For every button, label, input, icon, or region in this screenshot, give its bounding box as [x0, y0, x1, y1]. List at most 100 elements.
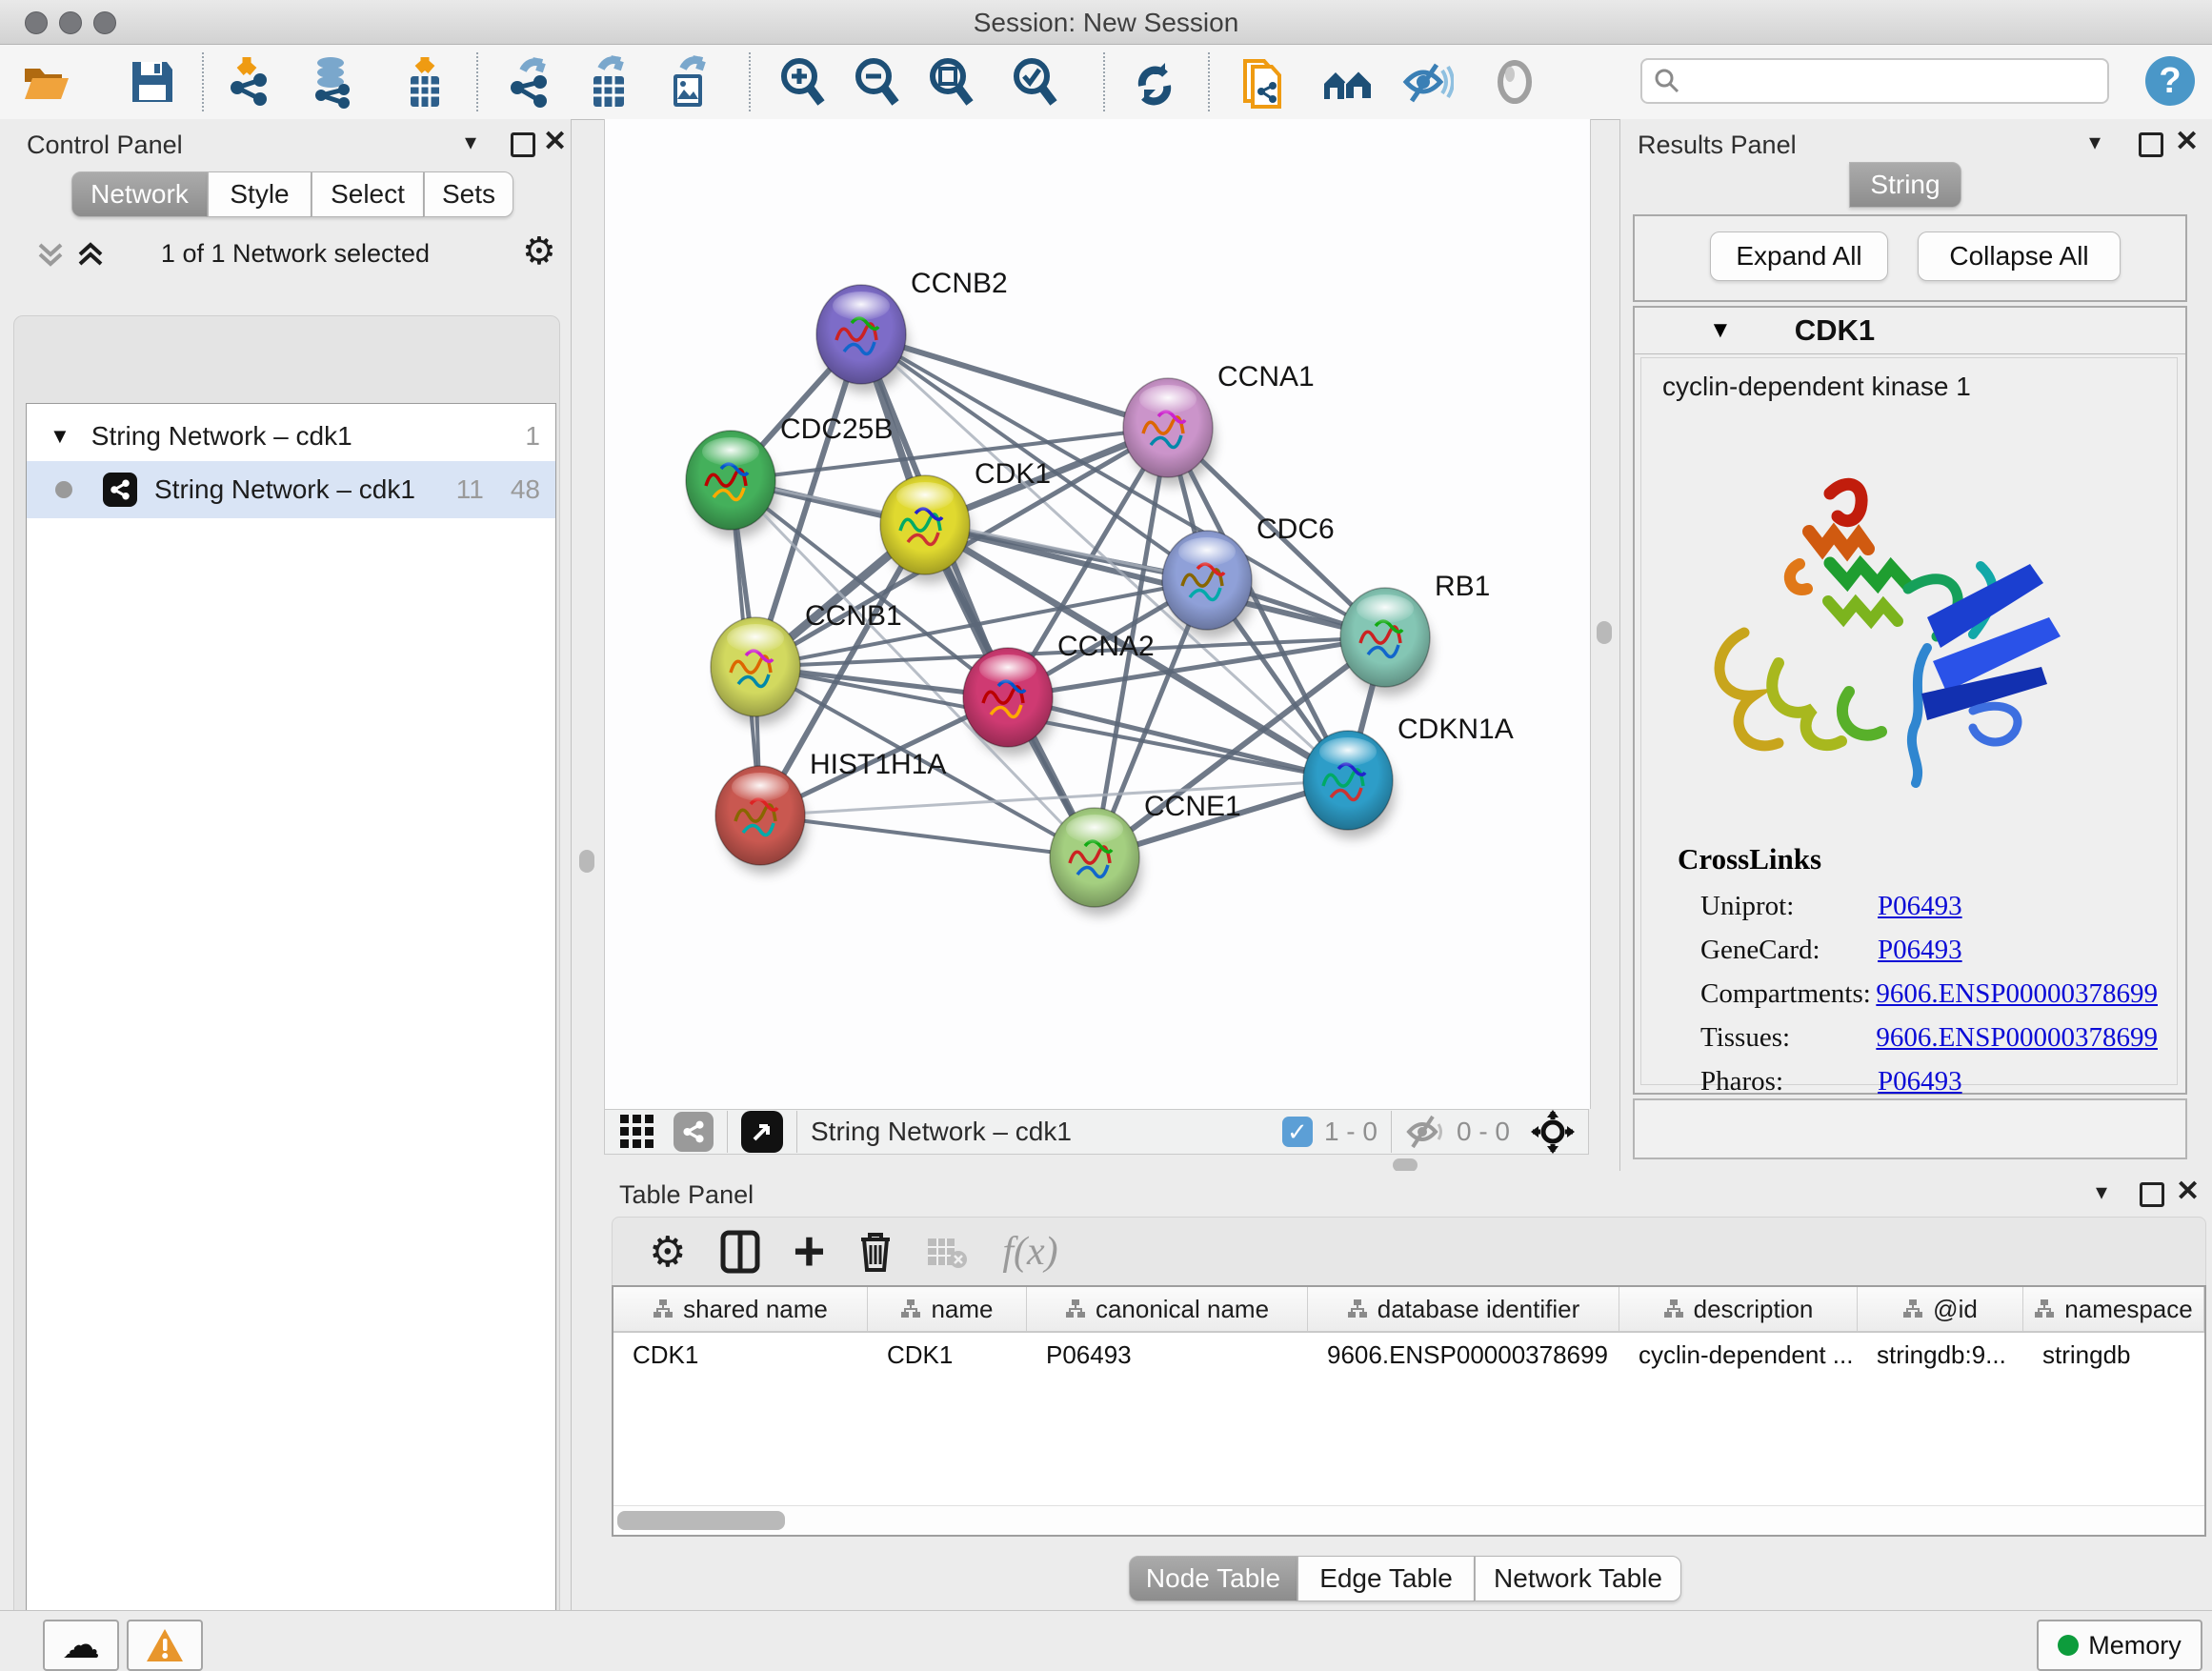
network-options-gear-icon[interactable]: ⚙ [522, 230, 556, 273]
network-node-RB1[interactable] [1340, 588, 1430, 687]
cell-canonicalname[interactable]: P06493 [1027, 1333, 1308, 1377]
cell-sharedname[interactable]: CDK1 [613, 1333, 868, 1377]
document-network-icon[interactable] [1237, 55, 1290, 109]
import-table-icon[interactable] [398, 55, 452, 109]
right-splitter-handle[interactable] [1597, 621, 1612, 644]
cell-namespace[interactable]: stringdb [2023, 1333, 2204, 1377]
export-table-icon[interactable] [583, 55, 636, 109]
results-panel-close-icon[interactable]: ✕ [2175, 125, 2199, 158]
table-settings-gear-icon[interactable]: ⚙ [649, 1228, 686, 1277]
collapse-all-button[interactable]: Collapse All [1918, 232, 2121, 281]
network-node-CDKN1A[interactable] [1303, 731, 1393, 830]
eye-icon[interactable] [1488, 55, 1541, 109]
left-splitter-handle[interactable] [579, 850, 594, 873]
bottom-splitter-handle[interactable] [1393, 1158, 1418, 1172]
table-h-scrollbar[interactable] [613, 1505, 2204, 1535]
zoom-out-icon[interactable] [850, 55, 903, 109]
refresh-icon[interactable] [1128, 55, 1181, 109]
add-column-icon[interactable]: + [793, 1233, 825, 1271]
fit-selected-crosshair-icon[interactable] [1531, 1110, 1575, 1154]
table-panel-float-icon[interactable] [2140, 1182, 2164, 1207]
network-node-CCNB2[interactable] [816, 285, 906, 384]
import-network-database-icon[interactable] [307, 55, 360, 109]
double-house-icon[interactable] [1320, 55, 1374, 109]
crosslink-link[interactable]: P06493 [1878, 935, 1962, 966]
cell-name[interactable]: CDK1 [868, 1333, 1027, 1377]
table-panel-menu-icon[interactable]: ▾ [2096, 1178, 2107, 1206]
eye-slash-icon[interactable] [1400, 55, 1454, 109]
delete-column-trash-icon[interactable] [857, 1230, 894, 1274]
network-edge-CCNB2-CCNA1[interactable] [861, 334, 1168, 428]
network-overview-icon[interactable] [674, 1112, 714, 1152]
column-header-description[interactable]: description [1619, 1287, 1858, 1331]
crosslink-link[interactable]: P06493 [1878, 891, 1962, 922]
export-network-icon[interactable] [505, 55, 558, 109]
cell-description[interactable]: cyclin-dependent ... [1619, 1333, 1858, 1377]
column-header-name[interactable]: name [868, 1287, 1027, 1331]
zoom-in-icon[interactable] [775, 55, 829, 109]
network-node-HIST1H1A[interactable] [715, 766, 805, 865]
function-builder-icon[interactable]: f(x) [1002, 1229, 1057, 1275]
search-input[interactable] [1640, 58, 2109, 104]
tab-node-table[interactable]: Node Table [1129, 1556, 1297, 1601]
table-h-scrollbar-thumb[interactable] [617, 1511, 785, 1530]
zoom-selected-icon[interactable] [1008, 55, 1061, 109]
import-network-file-icon[interactable] [223, 55, 276, 109]
delete-table-icon[interactable] [926, 1235, 968, 1269]
grid-view-icon[interactable] [618, 1113, 656, 1151]
network-node-CCNA2[interactable] [963, 648, 1053, 747]
crosslink-link[interactable]: 9606.ENSP00000378699 [1876, 978, 2158, 1010]
results-panel-menu-icon[interactable]: ▾ [2089, 129, 2101, 156]
network-node-CCNE1[interactable] [1050, 808, 1139, 907]
section-expander-icon[interactable]: ▼ [1709, 317, 1732, 344]
column-header-namespace[interactable]: namespace [2023, 1287, 2204, 1331]
memory-button[interactable]: Memory [2037, 1620, 2202, 1671]
table-row[interactable]: CDK1CDK1P064939606.ENSP00000378699cyclin… [613, 1333, 2204, 1377]
control-panel-float-icon[interactable] [511, 132, 535, 157]
table-panel-close-icon[interactable]: ✕ [2176, 1175, 2200, 1208]
tab-network[interactable]: Network [71, 171, 208, 217]
save-session-icon[interactable] [126, 55, 179, 109]
show-columns-icon[interactable] [720, 1230, 760, 1274]
network-row-selected[interactable]: String Network – cdk1 11 48 [27, 461, 555, 518]
network-node-CDC25B[interactable] [686, 431, 775, 530]
expand-all-button[interactable]: Expand All [1710, 232, 1888, 281]
crosslink-link[interactable]: P06493 [1878, 1066, 1962, 1097]
export-image-icon[interactable] [663, 55, 716, 109]
network-edge-HIST1H1A-CCNE1[interactable] [760, 815, 1095, 857]
control-panel-close-icon[interactable]: ✕ [543, 125, 567, 158]
help-icon[interactable]: ? [2145, 56, 2195, 106]
network-node-CCNB1[interactable] [711, 617, 800, 716]
network-node-CCNA1[interactable] [1123, 378, 1213, 477]
crosslink-link[interactable]: 9606.ENSP00000378699 [1876, 1022, 2158, 1054]
tab-network-table[interactable]: Network Table [1475, 1556, 1681, 1601]
results-panel-float-icon[interactable] [2139, 132, 2163, 157]
protein-section-header[interactable]: ▼ CDK1 [1635, 308, 2185, 354]
open-session-icon[interactable] [19, 55, 72, 109]
network-node-CDC6[interactable] [1162, 531, 1252, 630]
collapse-all-networks-icon[interactable] [34, 237, 67, 272]
column-header-canonicalname[interactable]: canonical name [1027, 1287, 1308, 1331]
tab-string[interactable]: String [1849, 162, 1961, 208]
open-in-window-icon[interactable] [741, 1111, 783, 1153]
column-header-id[interactable]: @id [1858, 1287, 2023, 1331]
network-node-CDK1[interactable] [880, 475, 970, 574]
zoom-fit-icon[interactable] [924, 55, 977, 109]
cloud-button[interactable]: ☁ [43, 1620, 119, 1671]
cell-id[interactable]: stringdb:9... [1858, 1333, 2023, 1377]
cell-databaseidentifier[interactable]: 9606.ENSP00000378699 [1308, 1333, 1619, 1377]
column-header-sharedname[interactable]: shared name [613, 1287, 868, 1331]
warning-button[interactable] [127, 1620, 203, 1671]
hidden-eye-slash-icon[interactable] [1405, 1113, 1447, 1151]
tab-select[interactable]: Select [312, 171, 424, 217]
network-canvas[interactable]: CCNB2CCNA1CDC25BCDK1CDC6RB1CCNB1CCNA2CDK… [604, 119, 1591, 1109]
tab-edge-table[interactable]: Edge Table [1297, 1556, 1475, 1601]
tab-style[interactable]: Style [208, 171, 312, 217]
column-header-databaseidentifier[interactable]: database identifier [1308, 1287, 1619, 1331]
network-collection-row[interactable]: ▼ String Network – cdk1 1 [27, 404, 555, 461]
tree-expander-icon[interactable]: ▼ [50, 424, 70, 449]
tab-sets[interactable]: Sets [424, 171, 513, 217]
control-panel-menu-icon[interactable]: ▾ [465, 129, 476, 156]
selected-checkbox[interactable]: ✓ [1282, 1117, 1313, 1147]
expand-all-networks-icon[interactable] [74, 237, 107, 272]
